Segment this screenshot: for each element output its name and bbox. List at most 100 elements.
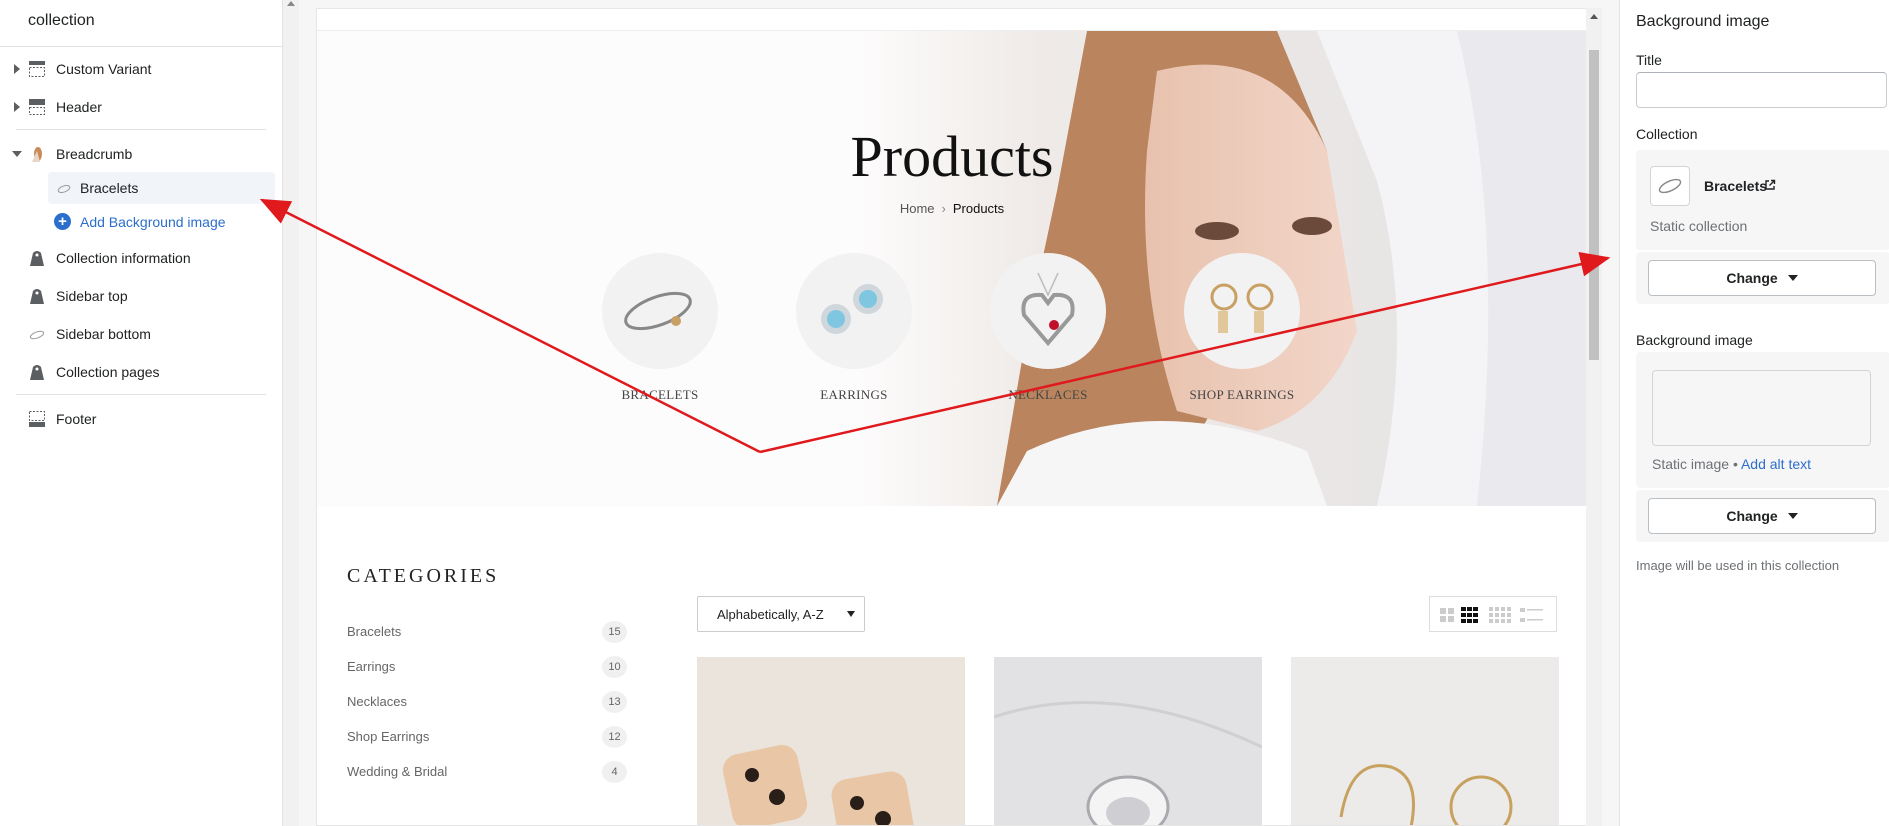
category-count-badge: 13: [602, 691, 627, 713]
category-name: Wedding & Bridal: [347, 764, 448, 779]
image-thumb-icon: [32, 147, 42, 162]
sidebar-item-collection-pages[interactable]: Collection pages: [0, 355, 283, 389]
category-link-earrings[interactable]: Earrings 10: [347, 656, 627, 683]
category-name: Bracelets: [347, 624, 402, 639]
category-link-bracelets[interactable]: Bracelets 15: [347, 621, 627, 648]
sidebar-item-breadcrumb[interactable]: Breadcrumb: [0, 137, 283, 171]
block-settings-panel: Background image Title Collection Bracel…: [1619, 0, 1889, 826]
earrings-image: [821, 284, 883, 334]
featured-category-earrings[interactable]: [796, 253, 912, 369]
caret-down-icon: [1787, 513, 1798, 519]
product-card[interactable]: [697, 657, 965, 825]
sidebar-item-label: Footer: [56, 411, 97, 427]
theme-editor-sidebar: collection Custom Variant Header Breadcr…: [0, 0, 283, 826]
storefront-preview: Products Home › Products BRACELETS EARRING…: [316, 8, 1588, 826]
divider: [0, 46, 283, 47]
sidebar-scrollbar[interactable]: [283, 0, 299, 826]
necklace-image: [1021, 272, 1075, 347]
category-count-badge: 10: [602, 656, 627, 678]
grid-2-icon[interactable]: [1438, 607, 1456, 623]
scroll-thumb[interactable]: [1589, 50, 1599, 360]
sidebar-item-label: Collection information: [56, 250, 191, 266]
sidebar-item-header[interactable]: Header: [0, 90, 283, 124]
page-title: Products: [850, 124, 1054, 189]
category-name: Necklaces: [347, 694, 407, 709]
view-mode-toggle: [1429, 596, 1557, 632]
scroll-up-icon[interactable]: [1590, 14, 1598, 19]
categories-heading: CATEGORIES: [347, 565, 500, 587]
change-image-button[interactable]: Change: [1648, 498, 1876, 534]
category-count-badge: 12: [602, 726, 627, 748]
list-view-icon[interactable]: [1520, 607, 1544, 623]
collection-thumbnail: [1650, 166, 1690, 206]
category-count-badge: 15: [602, 621, 627, 643]
add-block-label: Add Background image: [80, 214, 226, 230]
bracelet-thumb-icon: [1658, 178, 1682, 194]
sidebar-item-custom-variant[interactable]: Custom Variant: [0, 52, 283, 86]
sidebar-item-label: Collection pages: [56, 364, 160, 380]
grid-3-icon[interactable]: [1461, 607, 1479, 623]
sort-select[interactable]: Alphabetically, A-Z: [697, 596, 865, 632]
product-image: [697, 657, 965, 825]
featured-category-label: NECKLACES: [1008, 387, 1088, 402]
product-card[interactable]: [994, 657, 1262, 825]
sort-select-value: Alphabetically, A-Z: [717, 607, 824, 622]
collection-tag-icon: [30, 251, 44, 266]
sidebar-item-footer[interactable]: Footer: [0, 402, 283, 436]
sidebar-title: collection: [28, 12, 95, 29]
scroll-up-icon[interactable]: [287, 1, 295, 6]
featured-category-shop-earrings[interactable]: [1184, 253, 1300, 369]
collection-field-label: Collection: [1636, 126, 1698, 142]
bracelet-thumb-icon: [57, 185, 71, 193]
category-link-shop-earrings[interactable]: Shop Earrings 12: [347, 726, 627, 753]
external-link-icon[interactable]: [1764, 179, 1776, 191]
section-icon: [29, 61, 45, 77]
category-link-wedding-bridal[interactable]: Wedding & Bridal 4: [347, 761, 627, 788]
chevron-right-icon[interactable]: [14, 64, 20, 74]
product-image: [1291, 657, 1559, 825]
image-change-card: Change: [1636, 490, 1889, 542]
featured-category-bracelets[interactable]: [602, 253, 718, 369]
sidebar-item-collection-information[interactable]: Collection information: [0, 241, 283, 275]
hero-banner: Products Home › Products BRACELETS EARRING…: [317, 31, 1587, 506]
category-count-badge: 4: [602, 761, 627, 783]
static-image-label: Static image: [1652, 456, 1730, 472]
sidebar-item-label: Breadcrumb: [56, 146, 133, 162]
chevron-right-icon[interactable]: [14, 102, 20, 112]
block-item-label: Bracelets: [80, 180, 139, 196]
breadcrumb-home-link[interactable]: Home: [900, 201, 935, 216]
sidebar-item-label: Custom Variant: [56, 61, 152, 77]
collection-change-card: Change: [1636, 252, 1889, 304]
preview-scrollbar[interactable]: [1586, 8, 1602, 826]
collection-name-link[interactable]: Bracelets: [1704, 178, 1767, 194]
block-item-bracelets[interactable]: Bracelets: [48, 172, 275, 204]
product-card[interactable]: [1291, 657, 1559, 825]
add-background-image-button[interactable]: + Add Background image: [48, 206, 275, 238]
title-input[interactable]: [1636, 72, 1887, 108]
bracelet-thumb-icon: [29, 330, 45, 340]
category-name: Earrings: [347, 659, 396, 674]
image-picker-card: Static image • Add alt text: [1636, 352, 1889, 488]
caret-down-icon: [1787, 275, 1798, 281]
header-section-icon: [29, 99, 45, 115]
collection-picker-card: Bracelets Static collection: [1636, 150, 1889, 250]
change-collection-button[interactable]: Change: [1648, 260, 1876, 296]
image-preview[interactable]: [1652, 370, 1871, 446]
grid-4-icon[interactable]: [1489, 607, 1511, 623]
help-text: Image will be used in this collection: [1636, 558, 1840, 573]
chevron-right-icon: ›: [941, 201, 946, 216]
divider: [16, 129, 266, 130]
sidebar-item-sidebar-bottom[interactable]: Sidebar bottom: [0, 317, 283, 351]
featured-category-necklaces[interactable]: [990, 253, 1106, 369]
sidebar-item-sidebar-top[interactable]: Sidebar top: [0, 279, 283, 313]
add-alt-text-link[interactable]: Add alt text: [1741, 456, 1811, 472]
product-image: [994, 657, 1262, 825]
button-label: Change: [1726, 508, 1778, 524]
image-meta: Static image • Add alt text: [1652, 456, 1811, 472]
breadcrumb-current: Products: [952, 201, 1005, 216]
divider: [16, 394, 266, 395]
featured-category-label: BRACELETS: [621, 387, 699, 402]
sidebar-item-label: Header: [56, 99, 102, 115]
category-link-necklaces[interactable]: Necklaces 13: [347, 691, 627, 718]
chevron-down-icon[interactable]: [12, 151, 22, 157]
